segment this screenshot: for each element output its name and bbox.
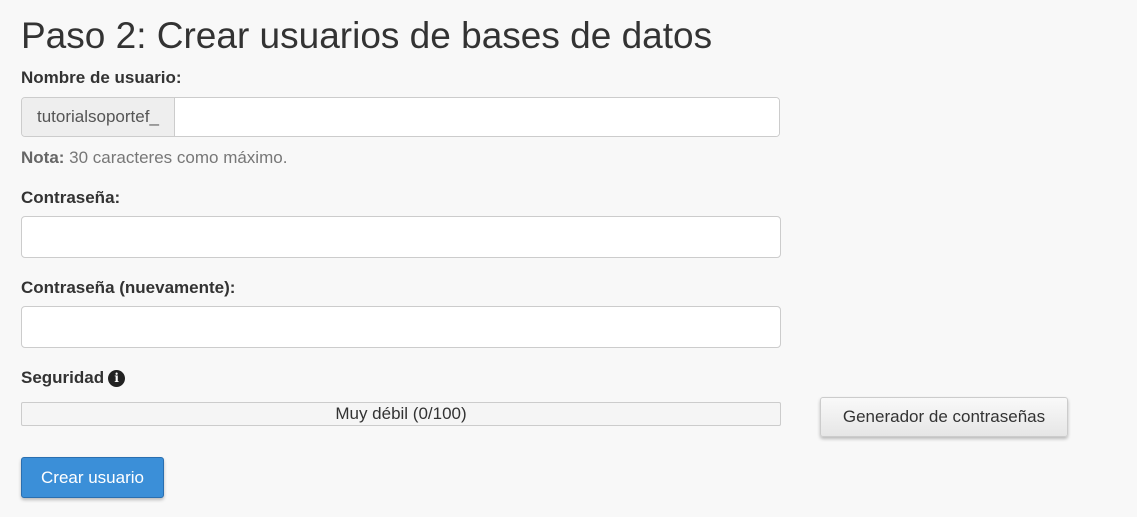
- create-user-button[interactable]: Crear usuario: [21, 457, 164, 498]
- security-heading: Seguridad i: [21, 368, 126, 388]
- note-text: 30 caracteres como máximo.: [64, 148, 288, 167]
- username-input-group: tutorialsoportef_: [21, 97, 780, 137]
- password-label: Contraseña:: [21, 188, 121, 207]
- username-prefix: tutorialsoportef_: [22, 98, 175, 136]
- password-strength-meter: Muy débil (0/100): [21, 402, 781, 426]
- create-db-user-form: Paso 2: Crear usuarios de bases de datos…: [0, 0, 1137, 517]
- username-input[interactable]: [174, 98, 779, 136]
- password-input[interactable]: [21, 216, 781, 258]
- note-label: Nota:: [21, 148, 65, 167]
- password-generator-button[interactable]: Generador de contraseñas: [820, 397, 1068, 437]
- password-confirm-input[interactable]: [21, 306, 781, 348]
- security-label: Seguridad: [21, 368, 105, 387]
- password-confirm-label: Contraseña (nuevamente):: [21, 278, 236, 297]
- info-circle-icon[interactable]: i: [108, 370, 126, 387]
- page-title: Paso 2: Crear usuarios de bases de datos: [21, 15, 713, 56]
- username-note: Nota: 30 caracteres como máximo.: [21, 148, 287, 168]
- strength-text: Muy débil (0/100): [335, 404, 467, 423]
- username-label: Nombre de usuario:: [21, 68, 182, 87]
